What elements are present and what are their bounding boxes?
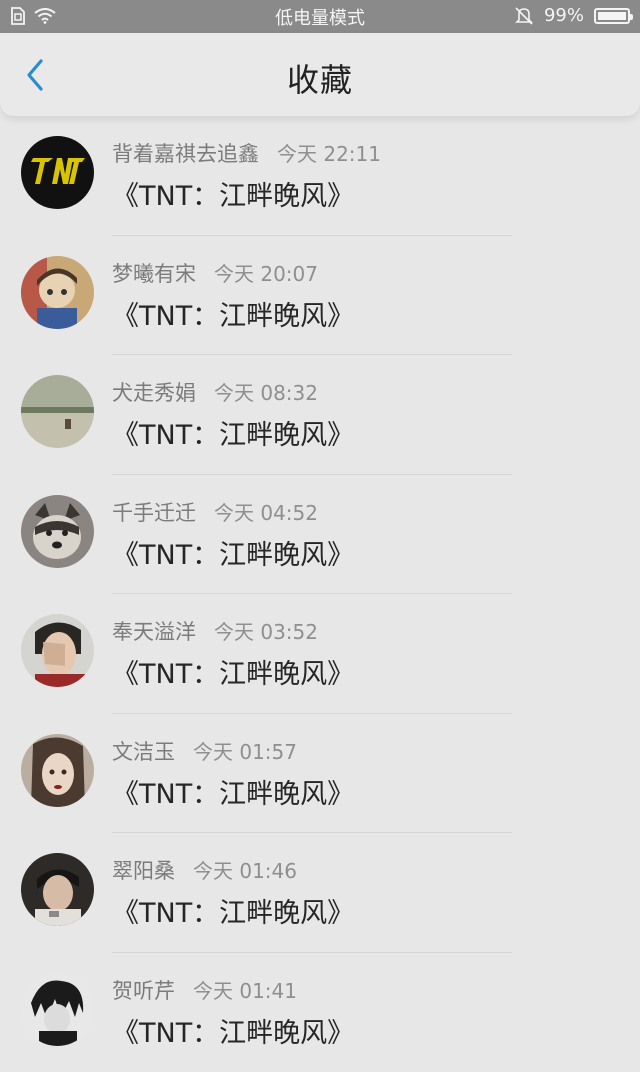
- list-item[interactable]: 犬走秀娟 今天 08:32 《TNT：江畔晚风》: [0, 355, 640, 475]
- list-item[interactable]: 文洁玉 今天 01:57 《TNT：江畔晚风》: [0, 714, 640, 834]
- battery-fill: [598, 12, 626, 20]
- list-item[interactable]: 千手迁迁 今天 04:52 《TNT：江畔晚风》: [0, 475, 640, 595]
- list-item[interactable]: 背着嘉祺去追鑫 今天 22:11 《TNT：江畔晚风》: [0, 116, 640, 236]
- favorites-list: 背着嘉祺去追鑫 今天 22:11 《TNT：江畔晚风》 梦曦有宋 今天 20:0…: [0, 116, 640, 1072]
- avatar[interactable]: [21, 853, 94, 926]
- user-name[interactable]: 奉天溢洋: [112, 616, 196, 646]
- favorite-title[interactable]: 《TNT：江畔晚风》: [112, 533, 354, 572]
- bell-muted-icon: [514, 6, 534, 26]
- favorite-title[interactable]: 《TNT：江畔晚风》: [112, 413, 354, 452]
- avatar[interactable]: [21, 734, 94, 807]
- avatar[interactable]: [21, 614, 94, 687]
- item-meta: 千手迁迁 今天 04:52: [112, 497, 318, 527]
- nav-bar: 收藏: [0, 33, 640, 117]
- avatar[interactable]: [21, 375, 94, 448]
- favorite-title[interactable]: 《TNT：江畔晚风》: [112, 891, 354, 930]
- timestamp: 今天 01:57: [193, 736, 297, 765]
- user-name[interactable]: 贺听芹: [112, 975, 175, 1005]
- user-name[interactable]: 千手迁迁: [112, 497, 196, 527]
- timestamp: 今天 22:11: [277, 138, 381, 167]
- status-bar: 低电量模式 99%: [0, 0, 640, 33]
- avatar[interactable]: [21, 136, 94, 209]
- item-meta: 梦曦有宋 今天 20:07: [112, 258, 318, 288]
- user-name[interactable]: 犬走秀娟: [112, 377, 196, 407]
- sim-icon: [10, 7, 26, 25]
- battery-icon: [594, 8, 630, 24]
- page-title: 收藏: [0, 55, 640, 101]
- item-meta: 贺听芹 今天 01:41: [112, 975, 297, 1005]
- low-power-mode-label: 低电量模式: [275, 4, 365, 30]
- battery-percent: 99%: [544, 5, 584, 26]
- avatar[interactable]: [21, 973, 94, 1046]
- timestamp: 今天 01:46: [193, 855, 297, 884]
- timestamp: 今天 20:07: [214, 258, 318, 287]
- timestamp: 今天 04:52: [214, 497, 318, 526]
- timestamp: 今天 08:32: [214, 377, 318, 406]
- list-item[interactable]: 梦曦有宋 今天 20:07 《TNT：江畔晚风》: [0, 236, 640, 356]
- favorite-title[interactable]: 《TNT：江畔晚风》: [112, 174, 354, 213]
- list-item[interactable]: 翠阳桑 今天 01:46 《TNT：江畔晚风》: [0, 833, 640, 953]
- timestamp: 今天 01:41: [193, 975, 297, 1004]
- favorite-title[interactable]: 《TNT：江畔晚风》: [112, 1011, 354, 1050]
- item-meta: 犬走秀娟 今天 08:32: [112, 377, 318, 407]
- timestamp: 今天 03:52: [214, 616, 318, 645]
- user-name[interactable]: 背着嘉祺去追鑫: [112, 138, 259, 168]
- status-left-icons: [10, 7, 56, 25]
- item-meta: 文洁玉 今天 01:57: [112, 736, 297, 766]
- avatar[interactable]: [21, 256, 94, 329]
- favorite-title[interactable]: 《TNT：江畔晚风》: [112, 772, 354, 811]
- item-meta: 背着嘉祺去追鑫 今天 22:11: [112, 138, 381, 168]
- wifi-icon: [34, 8, 56, 24]
- item-meta: 翠阳桑 今天 01:46: [112, 855, 297, 885]
- user-name[interactable]: 梦曦有宋: [112, 258, 196, 288]
- favorite-title[interactable]: 《TNT：江畔晚风》: [112, 652, 354, 691]
- list-item[interactable]: 奉天溢洋 今天 03:52 《TNT：江畔晚风》: [0, 594, 640, 714]
- status-right: 99%: [514, 5, 630, 26]
- list-item[interactable]: 贺听芹 今天 01:41 《TNT：江畔晚风》: [0, 953, 640, 1072]
- avatar[interactable]: [21, 495, 94, 568]
- item-meta: 奉天溢洋 今天 03:52: [112, 616, 318, 646]
- favorite-title[interactable]: 《TNT：江畔晚风》: [112, 294, 354, 333]
- user-name[interactable]: 文洁玉: [112, 736, 175, 766]
- user-name[interactable]: 翠阳桑: [112, 855, 175, 885]
